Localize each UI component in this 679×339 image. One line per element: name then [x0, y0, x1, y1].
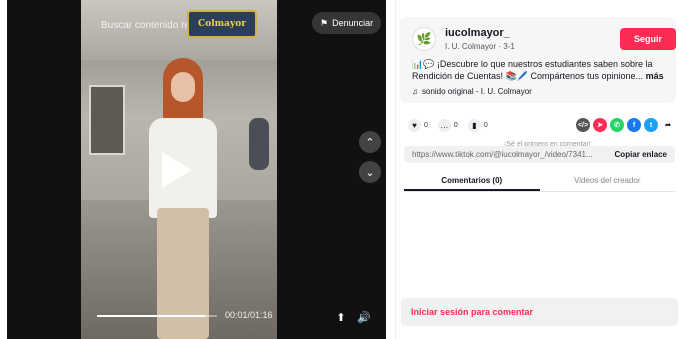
tab-comments[interactable]: Comentarios (0) [404, 172, 540, 191]
copy-link-button[interactable]: Copiar enlace [615, 150, 667, 159]
video-description: 📊💬 ¡Descubre lo que nuestros estudiantes… [412, 58, 678, 82]
video-url: https://www.tiktok.com/@iucolmayor_/vide… [412, 150, 593, 159]
chevron-down-icon: ⌄ [365, 166, 375, 179]
flag-icon: ⚑ [320, 17, 329, 28]
next-video-button[interactable]: ⌄ [359, 161, 381, 183]
video-link-box: https://www.tiktok.com/@iucolmayor_/vide… [404, 146, 675, 163]
like-button[interactable]: ♥ 0 [408, 119, 428, 132]
report-label: Denunciar [332, 18, 374, 28]
save-count: 0 [483, 122, 488, 129]
engagement-actions: ♥ 0 … 0 ▮ 0 [408, 119, 488, 132]
comment-count: 0 [453, 122, 458, 129]
video-progress-bar[interactable] [97, 315, 217, 317]
save-button[interactable]: ▮ 0 [467, 119, 488, 132]
sound-link[interactable]: ♫ sonido original - I. U. Colmayor [412, 87, 532, 96]
info-panel: 🌿 iucolmayor_ I. U. Colmayor · 3-1 Segui… [395, 0, 679, 339]
login-to-comment-button[interactable]: Iniciar sesión para comentar [401, 298, 678, 326]
author-nickname: I. U. Colmayor · 3-1 [445, 42, 515, 51]
video-progress-fill [97, 315, 205, 317]
twitter-icon[interactable]: t [644, 118, 658, 132]
comment-button[interactable]: … 0 [437, 119, 458, 132]
pip-icon[interactable]: ⬆ [332, 308, 350, 326]
video-player[interactable]: Buscar contenido relacionado ⌕ Colmayor … [7, 0, 386, 339]
more-link[interactable]: más [646, 71, 664, 81]
music-note-icon: ♫ [412, 87, 418, 96]
share-arrow-icon[interactable]: ➦ [661, 118, 675, 132]
description-text: 📊💬 ¡Descubre lo que nuestros estudiantes… [412, 59, 653, 81]
video-subject [139, 58, 225, 339]
like-count: 0 [424, 122, 428, 129]
play-icon[interactable] [162, 152, 192, 188]
author-card: 🌿 iucolmayor_ I. U. Colmayor · 3-1 Segui… [400, 17, 676, 103]
chevron-up-icon: ⌃ [365, 136, 375, 149]
volume-icon[interactable]: 🔊 [355, 308, 373, 326]
sound-label: sonido original - I. U. Colmayor [422, 87, 532, 96]
whatsapp-icon[interactable]: ✆ [610, 118, 624, 132]
previous-video-button[interactable]: ⌃ [359, 131, 381, 153]
comment-icon: … [437, 119, 451, 132]
report-button[interactable]: ⚑ Denunciar [312, 12, 382, 34]
video-time: 00:01/01:16 [225, 310, 273, 320]
heart-icon: ♥ [408, 119, 421, 132]
author-username[interactable]: iucolmayor_ [445, 27, 510, 39]
bookmark-icon: ▮ [467, 119, 481, 132]
send-icon[interactable]: ➤ [593, 118, 607, 132]
facebook-icon[interactable]: f [627, 118, 641, 132]
follow-button[interactable]: Seguir [620, 28, 676, 50]
tab-creator-videos[interactable]: Videos del creador [540, 172, 676, 191]
embed-icon[interactable]: </> [576, 118, 590, 132]
panel-tabs: Comentarios (0) Videos del creador [404, 172, 675, 192]
share-buttons: </> ➤ ✆ f t ➦ [576, 118, 675, 132]
avatar[interactable]: 🌿 [412, 27, 436, 51]
brand-logo: Colmayor [187, 10, 257, 38]
